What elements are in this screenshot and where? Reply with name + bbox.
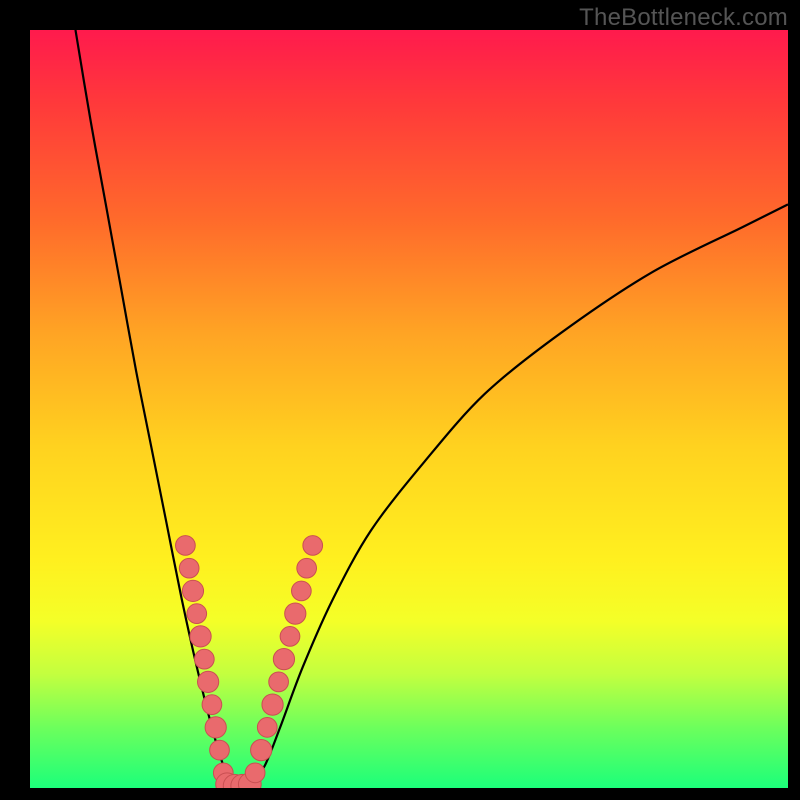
data-point — [202, 695, 222, 715]
data-point — [297, 558, 317, 578]
plot-area — [30, 30, 788, 788]
data-point — [179, 558, 199, 578]
curve-layer — [30, 30, 788, 788]
data-point — [257, 718, 277, 738]
watermark-text: TheBottleneck.com — [579, 4, 788, 32]
data-point — [190, 626, 211, 647]
data-point — [280, 627, 300, 647]
data-point — [285, 603, 306, 624]
data-point — [182, 580, 203, 601]
data-point — [210, 740, 230, 760]
data-point — [194, 649, 214, 669]
data-point — [187, 604, 207, 624]
data-point — [205, 717, 226, 738]
curve-right-branch — [250, 204, 788, 788]
data-point — [269, 672, 289, 692]
data-point — [251, 739, 272, 760]
chart-stage: TheBottleneck.com — [0, 0, 800, 800]
data-point — [303, 536, 323, 556]
data-point — [273, 649, 294, 670]
data-point — [176, 536, 196, 556]
data-point — [262, 694, 283, 715]
data-point — [292, 581, 312, 601]
data-point — [245, 763, 265, 783]
data-point — [198, 671, 219, 692]
data-points — [176, 536, 323, 788]
